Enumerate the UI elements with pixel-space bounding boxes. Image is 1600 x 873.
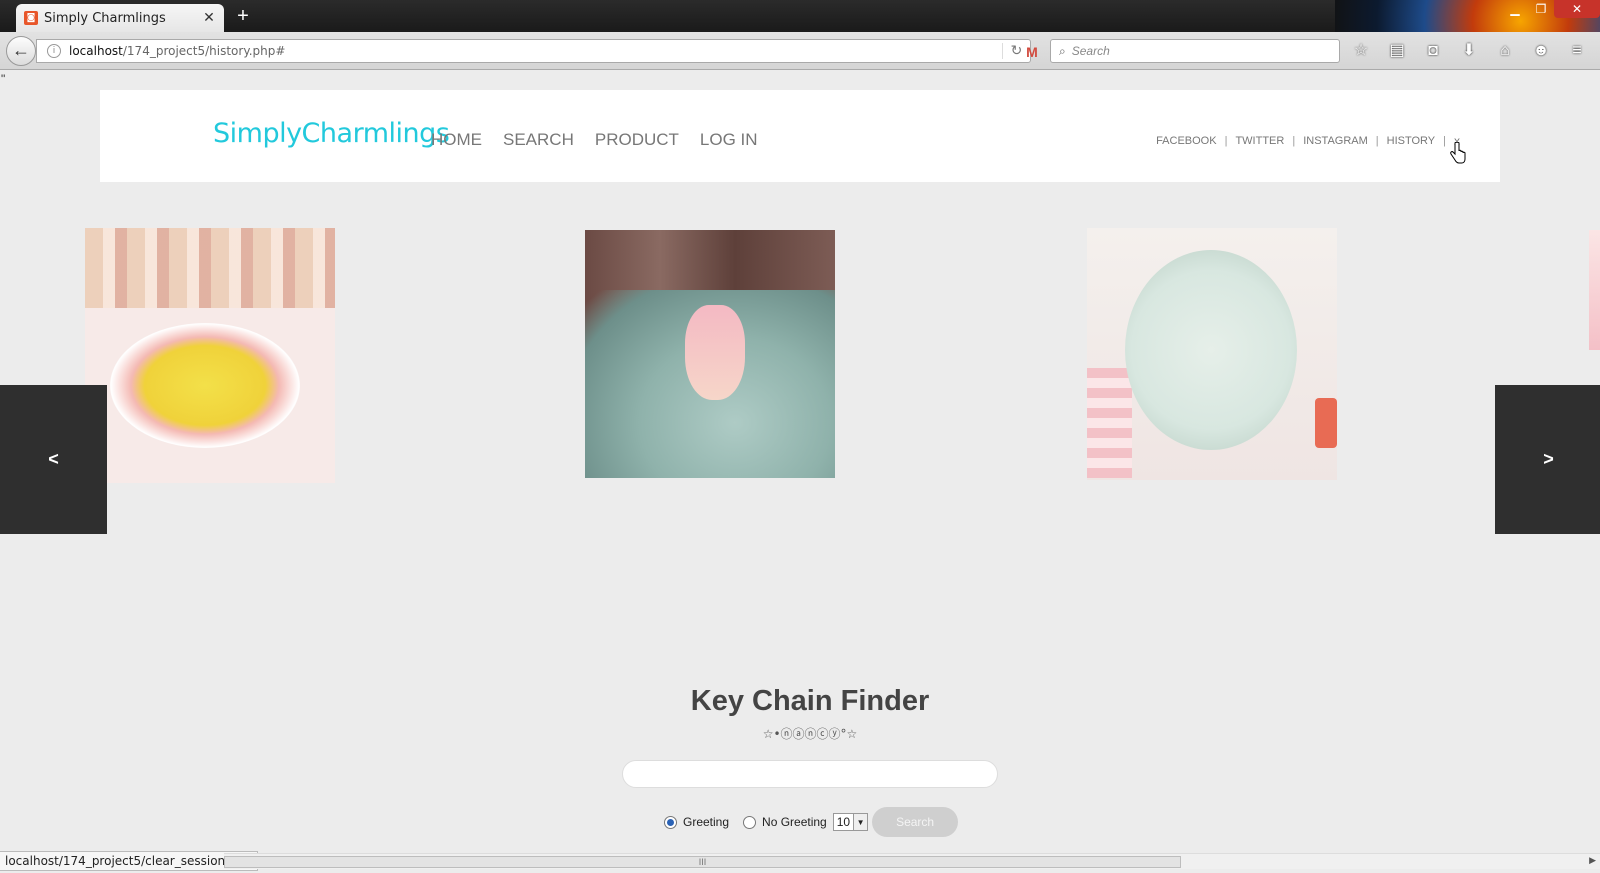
gallery-image-bowl[interactable] xyxy=(1087,228,1337,480)
instagram-link[interactable]: INSTAGRAM xyxy=(1303,135,1368,147)
greeting-label: Greeting xyxy=(683,815,730,829)
nav-home[interactable]: HOME xyxy=(431,130,482,150)
search-icon: ⌕ xyxy=(1059,43,1066,58)
separator: | xyxy=(1443,135,1446,147)
scrollbar-thumb[interactable]: III xyxy=(224,856,1181,868)
nav-login[interactable]: LOG IN xyxy=(700,130,758,150)
horizontal-scrollbar[interactable]: III ▶ xyxy=(224,853,1600,869)
bookmark-star-icon[interactable]: ☆ xyxy=(1348,40,1374,62)
url-path: /174_project5/history.php# xyxy=(122,44,286,58)
carousel-prev-button[interactable]: < xyxy=(0,385,107,534)
hello-icon[interactable]: ☻ xyxy=(1528,40,1554,62)
gmail-icon[interactable]: M xyxy=(1014,44,1050,60)
menu-icon[interactable]: ≡ xyxy=(1564,40,1590,62)
history-link[interactable]: HISTORY xyxy=(1387,135,1436,147)
scroll-right-arrow-icon[interactable]: ▶ xyxy=(1589,855,1596,866)
nav-search[interactable]: SEARCH xyxy=(503,130,574,150)
gallery-image-cake[interactable] xyxy=(85,228,335,483)
home-icon[interactable]: ⌂ xyxy=(1492,40,1518,62)
separator: | xyxy=(1292,135,1296,147)
url-bar[interactable]: i localhost/174_project5/history.php# ↻ xyxy=(36,39,1031,63)
finder-search-button[interactable]: Search xyxy=(872,807,959,837)
finder-subtitle: ☆•ⓝⓐⓝⓒⓨ°☆ xyxy=(762,727,858,741)
pocket-icon[interactable]: ◘ xyxy=(1420,40,1446,62)
search-placeholder: Search xyxy=(1071,44,1110,58)
reading-list-icon[interactable]: ▤ xyxy=(1384,40,1410,62)
close-tab-icon[interactable]: ✕ xyxy=(202,10,216,26)
social-links: FACEBOOK | TWITTER | INSTAGRAM | HISTORY… xyxy=(1156,134,1460,148)
result-count-value: 10 xyxy=(836,815,851,829)
toolbar-icons: ☆ ▤ ◘ ⬇ ⌂ ☻ ≡ xyxy=(1348,40,1590,62)
site-header: SimplyCharmlings HOME SEARCH PRODUCT LOG… xyxy=(100,90,1500,182)
separator: | xyxy=(1224,135,1228,147)
url-text[interactable]: localhost/174_project5/history.php# xyxy=(69,44,1002,58)
download-icon[interactable]: ⬇ xyxy=(1456,40,1482,62)
status-bar: localhost/174_project5/clear_session.php xyxy=(0,851,258,871)
twitter-link[interactable]: TWITTER xyxy=(1235,135,1284,147)
browser-titlebar: ◙ Simply Charmlings ✕ + ▁ ❐ ✕ xyxy=(0,0,1600,70)
url-host: localhost xyxy=(69,44,123,58)
restore-icon[interactable]: ❐ xyxy=(1528,0,1554,18)
new-tab-button[interactable]: + xyxy=(232,6,254,28)
window-controls: ▁ ❐ ✕ xyxy=(1502,0,1600,20)
close-window-icon[interactable]: ✕ xyxy=(1554,0,1600,18)
nav-product[interactable]: PRODUCT xyxy=(595,130,679,150)
site-logo[interactable]: SimplyCharmlings xyxy=(213,118,450,149)
finder-options: Greeting No Greeting 10 ▼ Search xyxy=(664,807,959,837)
image-detail xyxy=(85,228,335,308)
stray-text: " xyxy=(1,72,6,86)
result-count-select[interactable]: 10 ▼ xyxy=(832,813,869,831)
no-greeting-radio[interactable] xyxy=(743,815,757,829)
image-detail xyxy=(1087,368,1132,478)
image-detail xyxy=(1125,250,1297,450)
chevron-down-icon: ▼ xyxy=(853,814,868,830)
tab-title: Simply Charmlings xyxy=(44,10,166,26)
browser-toolbar: ← i localhost/174_project5/history.php# … xyxy=(0,32,1600,70)
finder-search-input[interactable] xyxy=(622,760,998,788)
separator: | xyxy=(1375,135,1379,147)
main-nav: HOME SEARCH PRODUCT LOG IN xyxy=(431,130,758,150)
image-detail xyxy=(685,305,745,400)
back-arrow-icon[interactable]: ← xyxy=(6,36,36,66)
page-content: " SimplyCharmlings HOME SEARCH PRODUCT L… xyxy=(0,70,1600,855)
facebook-link[interactable]: FACEBOOK xyxy=(1156,135,1217,147)
browser-search-bar[interactable]: ⌕ Search xyxy=(1050,39,1340,63)
image-detail xyxy=(1315,398,1337,448)
hand-cursor-icon xyxy=(1450,142,1466,164)
info-icon[interactable]: i xyxy=(47,44,61,58)
browser-tab[interactable]: ◙ Simply Charmlings ✕ xyxy=(16,4,224,32)
minimize-icon[interactable]: ▁ xyxy=(1502,0,1528,18)
greeting-radio[interactable] xyxy=(664,815,677,829)
no-greeting-label: No Greeting xyxy=(762,815,827,829)
gallery-image-fairy[interactable] xyxy=(585,230,835,478)
site-favicon-icon: ◙ xyxy=(24,11,38,25)
gallery-image-partial xyxy=(1589,230,1600,350)
image-detail xyxy=(110,323,300,448)
finder-title: Key Chain Finder xyxy=(690,685,930,717)
carousel-next-button[interactable]: > xyxy=(1495,385,1600,534)
